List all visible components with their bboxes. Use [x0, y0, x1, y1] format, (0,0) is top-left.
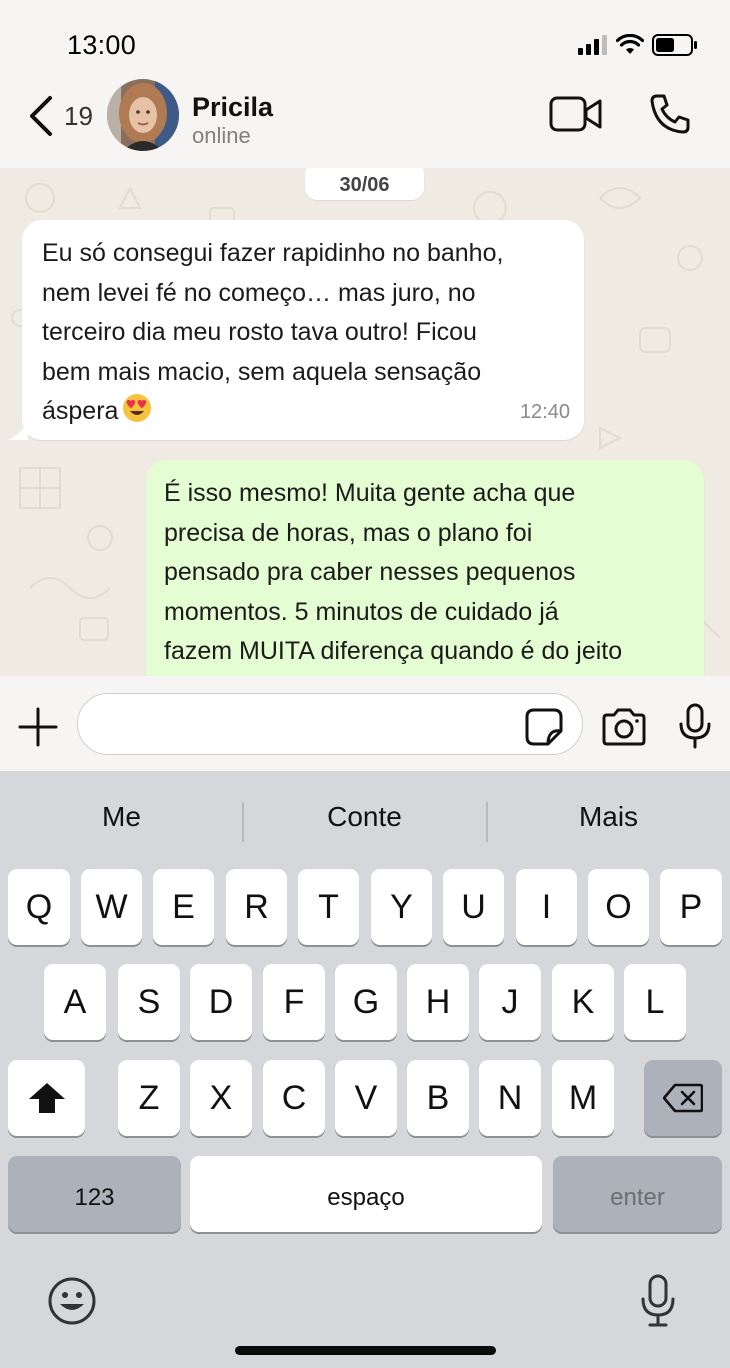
shift-icon [28, 1083, 65, 1113]
wifi-icon [616, 34, 644, 54]
mic-icon [679, 703, 711, 749]
key-q[interactable]: Q [8, 869, 70, 945]
phone-icon [650, 94, 690, 134]
message-line: pensado pra caber nesses pequenos [164, 558, 576, 586]
message-line: áspera [42, 397, 119, 425]
date-badge: 30/06 [305, 168, 424, 200]
message-line: precisa de horas, mas o plano foi [164, 518, 533, 547]
camera-button[interactable] [600, 706, 648, 748]
key-u[interactable]: U [443, 869, 504, 945]
video-call-button[interactable] [548, 94, 604, 134]
enter-key[interactable]: enter [553, 1156, 722, 1232]
message-line: nem levei fé no começo… mas juro, no [42, 278, 476, 307]
dictation-button[interactable] [638, 1273, 678, 1329]
numbers-key[interactable]: 123 [8, 1156, 181, 1232]
key-v[interactable]: V [335, 1060, 397, 1136]
suggestion-2[interactable]: Conte [243, 801, 486, 833]
input-bar [0, 676, 730, 771]
key-f[interactable]: F [263, 964, 325, 1040]
backspace-key[interactable] [644, 1060, 722, 1136]
key-w[interactable]: W [81, 869, 142, 945]
keyboard: Me Conte Mais Q W E R T Y U I O P A S D … [0, 771, 730, 1368]
key-x[interactable]: X [190, 1060, 252, 1136]
key-t[interactable]: T [298, 869, 359, 945]
key-o[interactable]: O [588, 869, 649, 945]
contact-status: online [192, 123, 251, 148]
signal-icon [578, 35, 607, 55]
battery-icon [652, 34, 697, 56]
key-i[interactable]: I [516, 869, 577, 945]
attach-button[interactable] [17, 706, 59, 748]
key-a[interactable]: A [44, 964, 106, 1040]
key-d[interactable]: D [190, 964, 252, 1040]
chevron-left-icon [30, 96, 52, 136]
suggestion-3[interactable]: Mais [487, 801, 730, 833]
key-j[interactable]: J [479, 964, 541, 1040]
message-line-last: áspera [42, 392, 564, 432]
numbers-key-label: 123 [74, 1184, 115, 1211]
status-time: 13:00 [67, 30, 137, 60]
dictation-icon [641, 1274, 675, 1327]
key-g[interactable]: G [335, 964, 397, 1040]
message-bubble-outgoing[interactable]: É isso mesmo! Muita gente acha que preci… [146, 460, 704, 676]
plus-icon [18, 707, 58, 747]
sticker-button[interactable] [524, 707, 564, 747]
chat-area[interactable]: 30/06 Eu só consegui fazer rapidinho no … [0, 168, 730, 676]
shift-key[interactable] [8, 1060, 85, 1136]
message-line: Eu só consegui fazer rapidinho no banho, [42, 239, 504, 267]
key-l[interactable]: L [624, 964, 686, 1040]
emoji-keyboard-button[interactable] [47, 1276, 97, 1326]
message-line: É isso mesmo! Muita gente acha que [164, 479, 576, 507]
message-line: terceiro dia meu rosto tava outro! Ficou [42, 318, 477, 346]
contact-name[interactable]: Pricila [192, 92, 273, 123]
unread-count: 19 [64, 100, 93, 131]
backspace-icon [662, 1083, 704, 1113]
home-indicator[interactable] [235, 1346, 496, 1355]
key-n[interactable]: N [479, 1060, 541, 1136]
message-time: 12:40 [519, 400, 570, 423]
space-key-label: espaço [327, 1184, 405, 1211]
heart-eyes-emoji-icon [123, 394, 152, 422]
enter-key-label: enter [610, 1184, 665, 1211]
key-p[interactable]: P [660, 869, 722, 945]
message-input[interactable] [77, 693, 583, 755]
chat-header: 19 Pricila online [0, 79, 730, 168]
key-e[interactable]: E [153, 869, 214, 945]
back-button[interactable]: 19 [26, 92, 106, 140]
key-m[interactable]: M [552, 1060, 614, 1136]
emoji-icon [48, 1277, 96, 1325]
camera-icon [602, 708, 646, 746]
key-r[interactable]: R [226, 869, 287, 945]
key-b[interactable]: B [407, 1060, 469, 1136]
key-s[interactable]: S [118, 964, 180, 1040]
avatar[interactable] [107, 79, 179, 151]
voice-call-button[interactable] [648, 92, 692, 136]
suggestion-1[interactable]: Me [0, 801, 243, 833]
space-key[interactable]: espaço [190, 1156, 542, 1232]
message-line: fazem MUITA diferença quando é do jeito [164, 637, 623, 665]
key-c[interactable]: C [263, 1060, 325, 1136]
message-line: momentos. 5 minutos de cuidado já [164, 597, 559, 626]
suggestion-bar: Me Conte Mais [0, 771, 730, 861]
message-bubble-incoming[interactable]: Eu só consegui fazer rapidinho no banho,… [8, 220, 584, 440]
sticker-icon [525, 708, 563, 746]
key-z[interactable]: Z [118, 1060, 180, 1136]
video-icon [549, 96, 602, 132]
key-k[interactable]: K [552, 964, 614, 1040]
status-icons [578, 31, 698, 59]
bubble-tail [8, 420, 28, 440]
message-line: bem mais macio, sem aquela sensação [42, 357, 482, 386]
key-y[interactable]: Y [371, 869, 432, 945]
status-bar: 13:00 [0, 0, 730, 80]
voice-message-button[interactable] [674, 702, 716, 750]
key-h[interactable]: H [407, 964, 469, 1040]
